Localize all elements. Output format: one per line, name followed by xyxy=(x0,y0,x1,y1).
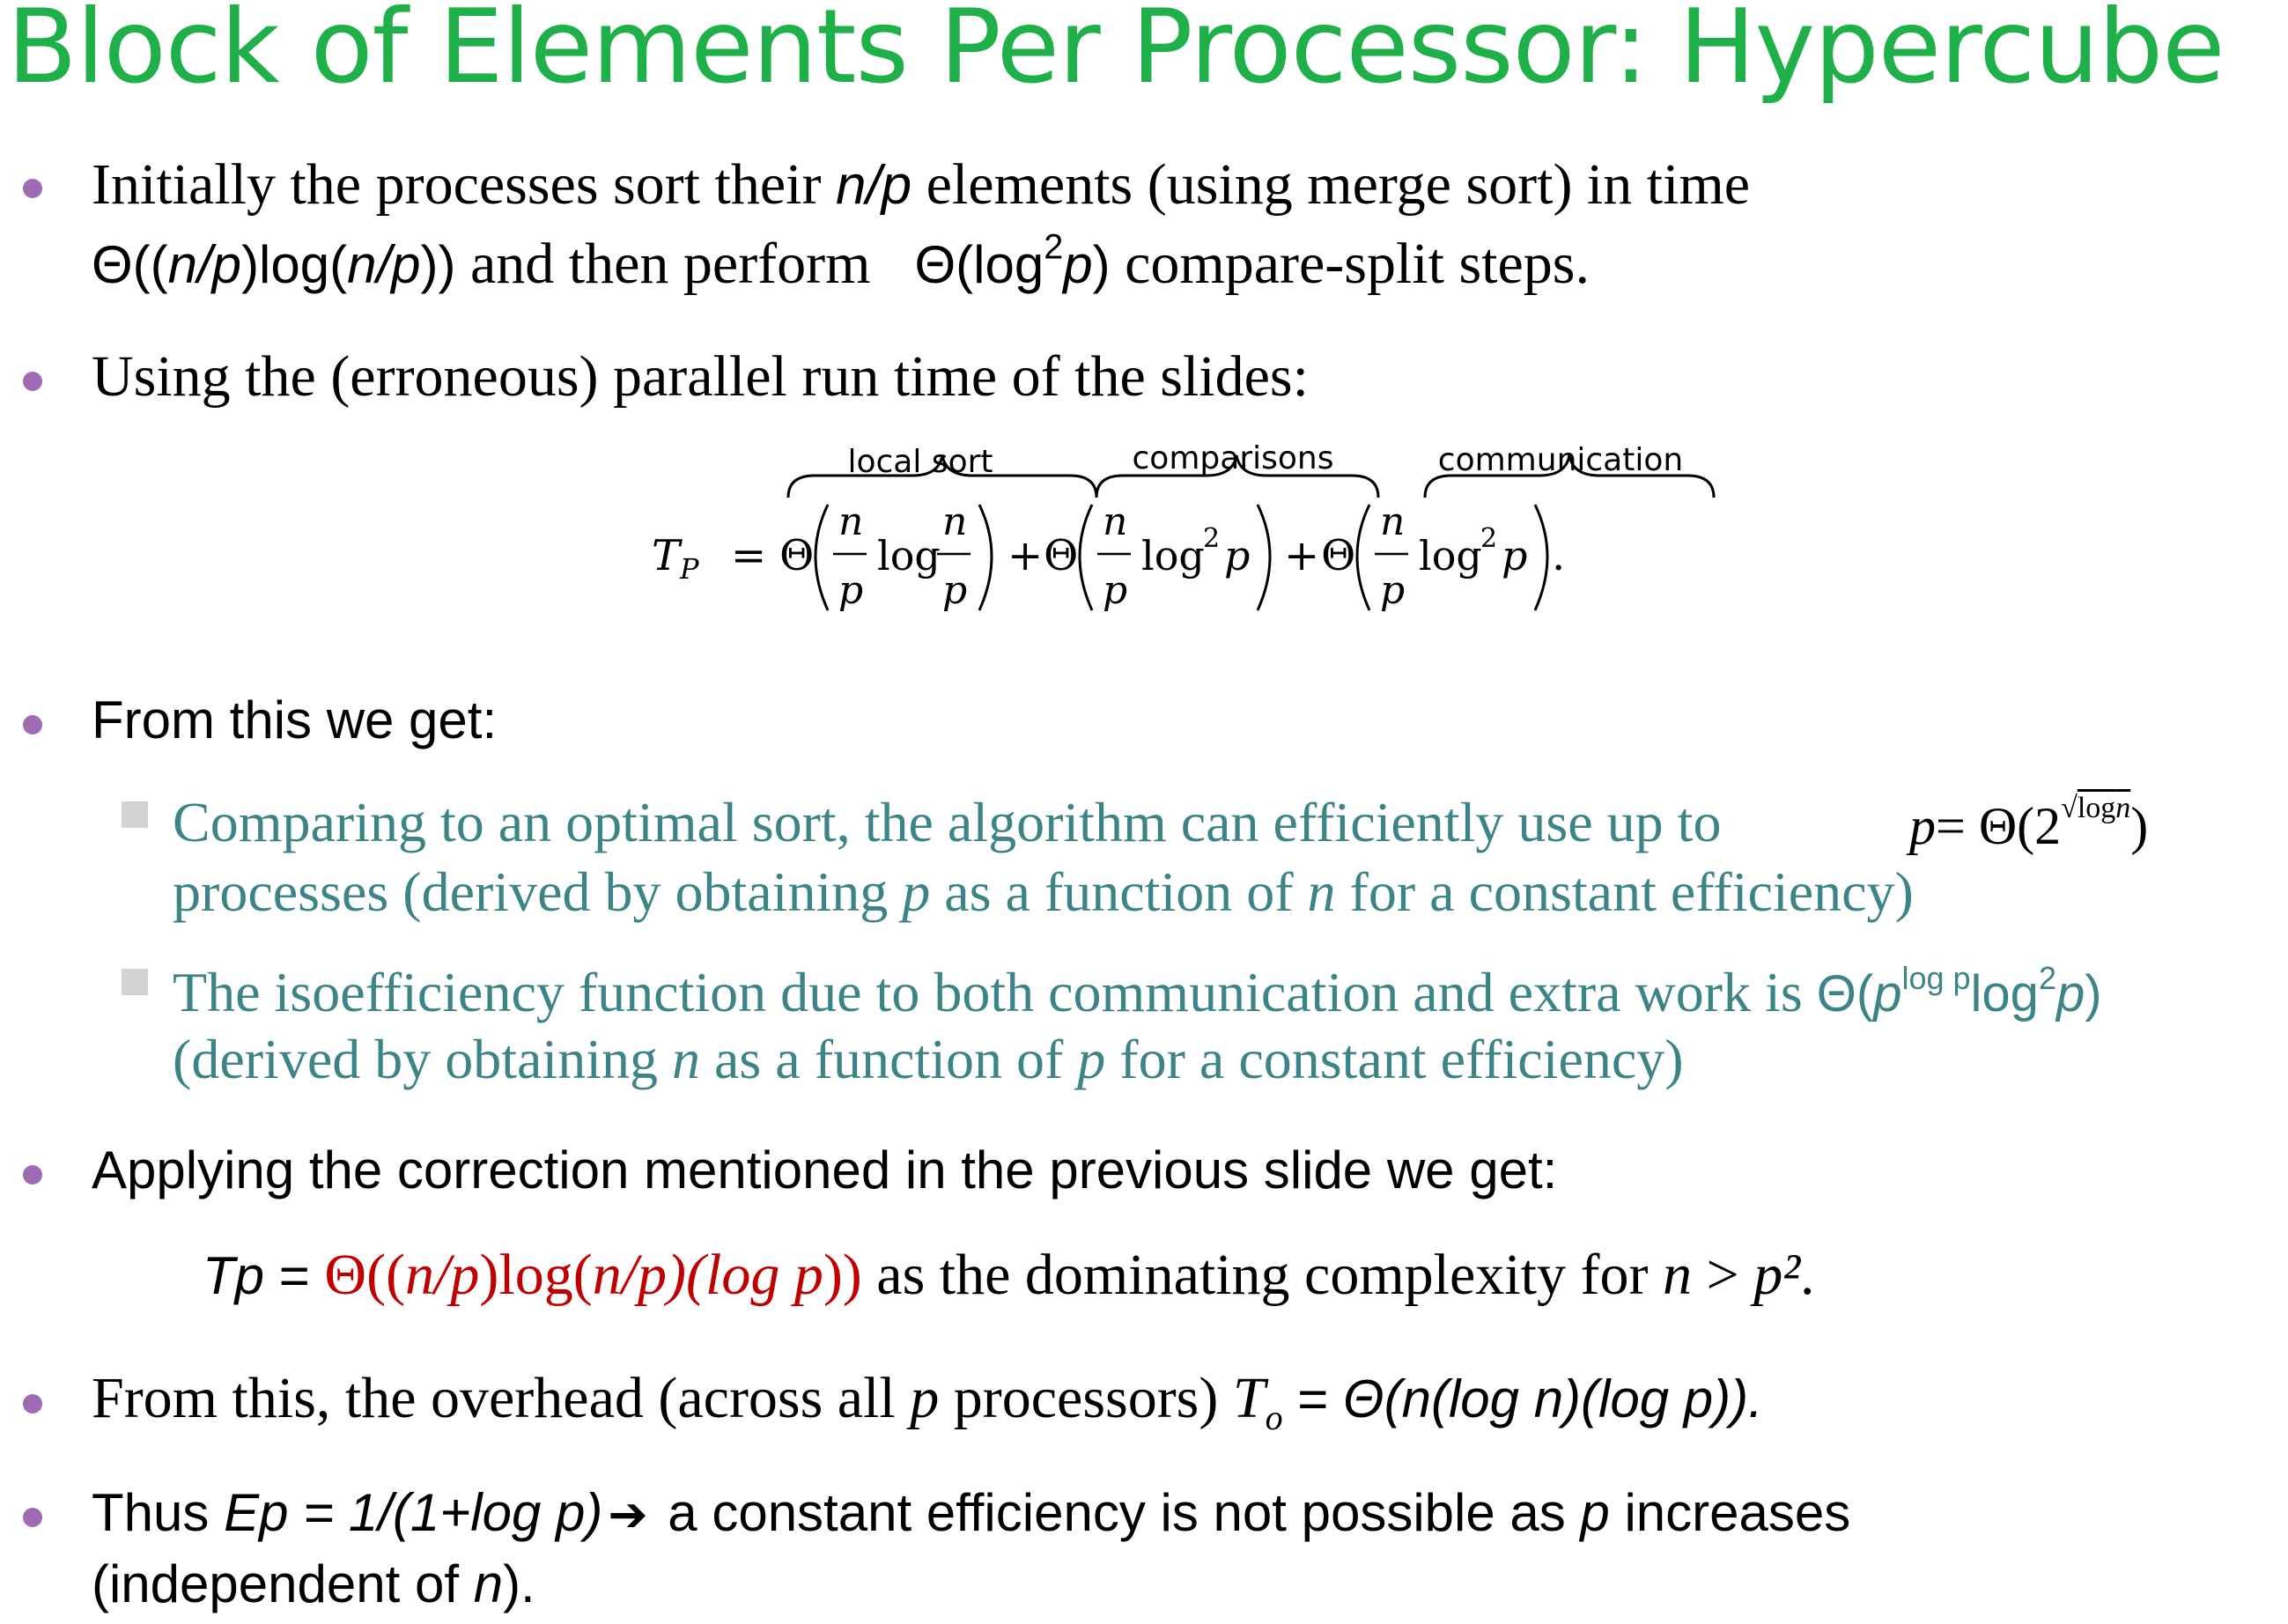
eq-plus: + xyxy=(1007,531,1043,580)
right-arrow-icon: ➔ xyxy=(608,1487,648,1542)
eq-paren xyxy=(1355,504,1371,611)
page-title: Block of Elements Per Processor: Hypercu… xyxy=(7,0,2225,107)
bullet-3-text: From this we get: xyxy=(92,690,498,749)
eq-log: log xyxy=(1141,532,1205,579)
eq-n: n xyxy=(1103,499,1127,544)
bullet-6-line-2: (independent of n). xyxy=(92,1554,535,1613)
eq-theta: Θ xyxy=(1044,531,1078,580)
parallel-runtime-equation: local sort comparisons communication T P… xyxy=(652,436,1726,643)
sub-bullet-marker xyxy=(122,969,148,995)
bullet-marker xyxy=(23,1394,42,1414)
eq-p: p xyxy=(1380,568,1405,613)
bullet-marker xyxy=(23,372,42,391)
eq-p: p xyxy=(942,568,967,613)
eq-paren xyxy=(814,504,830,611)
eq-square: 2 xyxy=(1203,523,1220,554)
eq-n: n xyxy=(1380,499,1405,544)
sub-bullet-1-line-2: processes (derived by obtaining p as a f… xyxy=(173,860,1914,923)
eq-p: p xyxy=(1502,532,1527,579)
sub-bullet-2-line-1: The isoefficiency function due to both c… xyxy=(173,959,2102,1023)
eq-n: n xyxy=(838,499,863,544)
bullet-2-text: Using the (erroneous) parallel run time … xyxy=(92,344,1309,409)
eq-theta: Θ xyxy=(779,531,814,580)
bullet-marker xyxy=(23,179,42,198)
eq-p: p xyxy=(838,568,863,613)
sub-bullet-1-line-1: Comparing to an optimal sort, the algori… xyxy=(173,791,1722,853)
eq-log: log xyxy=(877,532,941,579)
eq-lhs-sub: P xyxy=(679,552,699,586)
eq-equals: = xyxy=(731,531,766,580)
sub-bullet-marker xyxy=(122,801,148,828)
sub-bullet-2-line-2: (derived by obtaining n as a function of… xyxy=(173,1028,1684,1090)
bullet-4-text: Applying the correction mentioned in the… xyxy=(92,1140,1558,1200)
eq-paren xyxy=(1256,504,1272,611)
bullet-marker xyxy=(23,1165,42,1185)
eq-p: p xyxy=(1103,568,1127,613)
eq-paren xyxy=(978,504,993,611)
bullet-6-line-1: Thus Ep = 1/(1+log p) ➔ a constant effici… xyxy=(92,1483,1851,1542)
bullet-1-line-2: Θ((n/p)log(n/p)) and then perform Θ(log2p… xyxy=(92,227,1590,296)
eq-lhs: T xyxy=(652,531,683,580)
bullet-marker xyxy=(23,715,42,734)
bullet-5-text: From this, the overhead (across all p pr… xyxy=(92,1366,1763,1438)
bullet-1-line-1: Initially the processes sort their n/p e… xyxy=(92,152,1751,217)
eq-paren xyxy=(1078,504,1094,611)
eq-dot: . xyxy=(1552,531,1565,580)
eq-plus: + xyxy=(1284,531,1319,580)
eq-log: log xyxy=(1419,532,1482,579)
bullet-marker xyxy=(23,1508,42,1527)
eq-square: 2 xyxy=(1480,523,1497,554)
brace-label-comparisons: comparisons xyxy=(1133,440,1334,476)
eq-theta: Θ xyxy=(1321,531,1355,580)
brace-label-communication: communication xyxy=(1438,442,1683,478)
efficient-p-formula: p= Θ(2√logn) xyxy=(1909,792,2149,855)
eq-n: n xyxy=(942,499,967,544)
brace-label-local-sort: local sort xyxy=(847,444,993,480)
corrected-runtime-formula: Tp = Θ((n/p)log(n/p)(log p)) as the domi… xyxy=(203,1243,1815,1307)
eq-paren xyxy=(1533,504,1549,611)
eq-p: p xyxy=(1224,532,1250,579)
